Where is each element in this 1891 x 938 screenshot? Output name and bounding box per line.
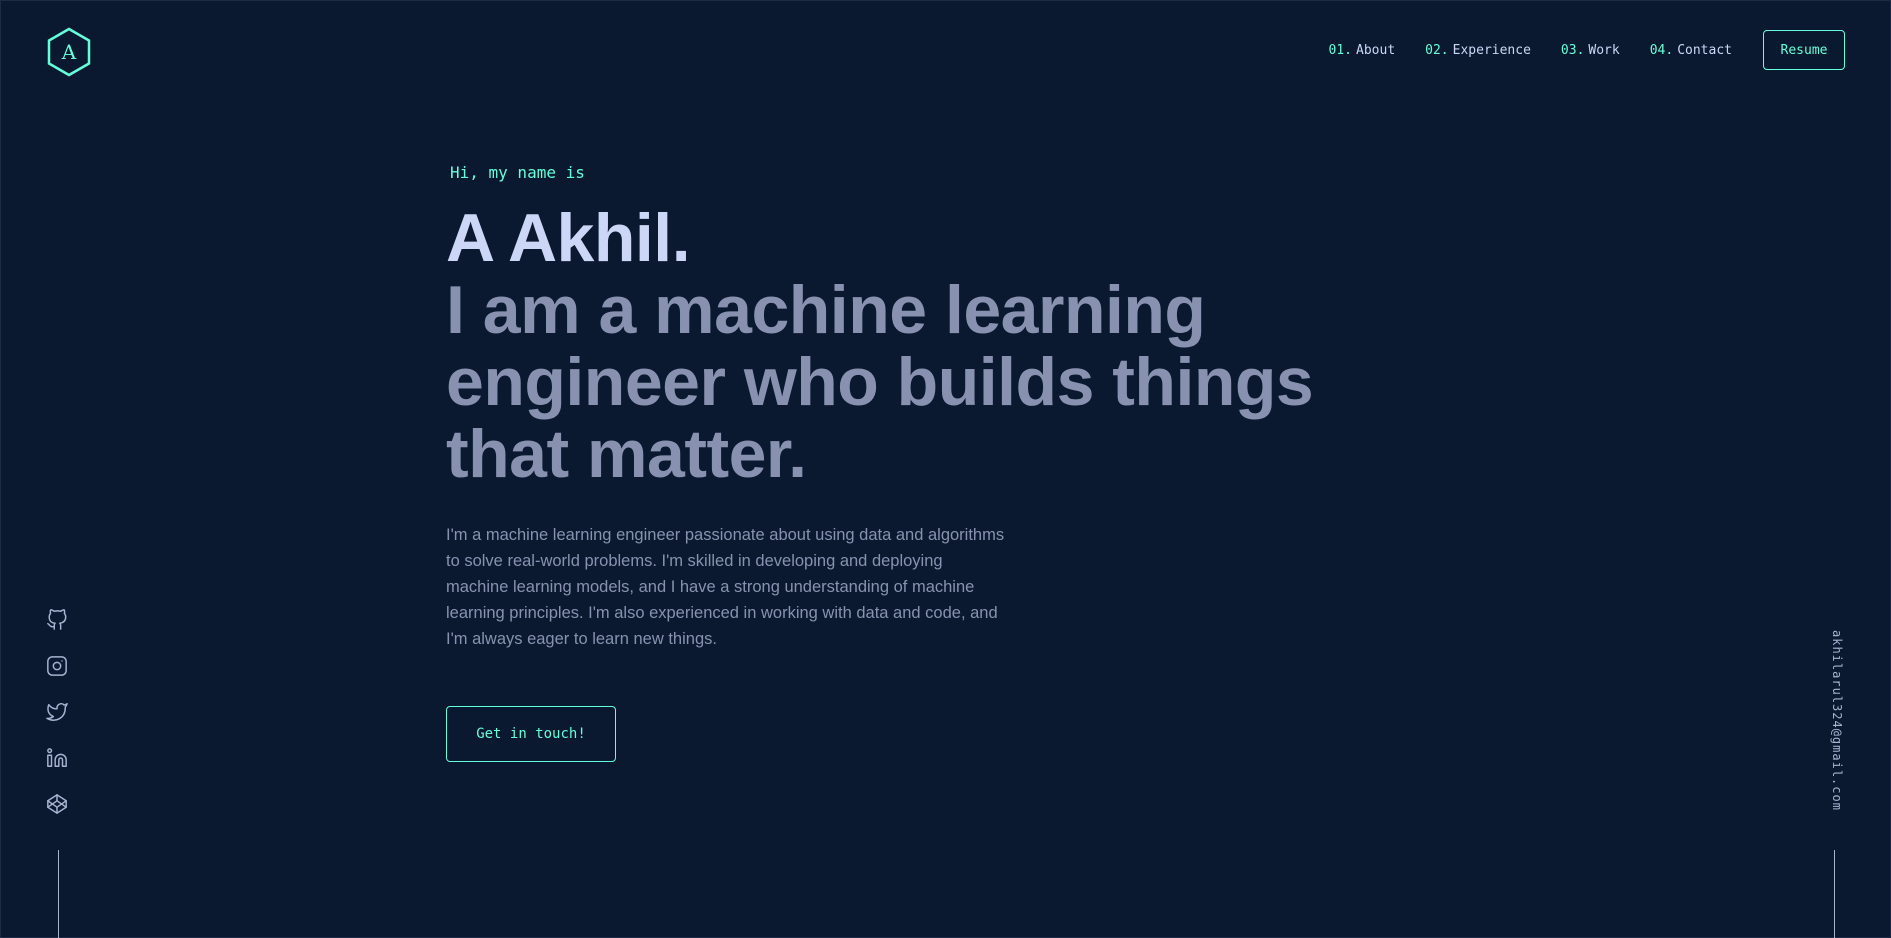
linkedin-link[interactable]	[45, 746, 69, 770]
logo-link[interactable]: A	[46, 27, 92, 77]
nav-item-about[interactable]: 01. About	[1329, 43, 1396, 58]
left-rail-line	[58, 850, 59, 938]
nav-item-work[interactable]: 03. Work	[1561, 43, 1620, 58]
hero-bio: I'm a machine learning engineer passiona…	[446, 526, 1005, 648]
nav-item-contact[interactable]: 04. Contact	[1650, 43, 1732, 58]
nav-item-experience[interactable]: 02. Experience	[1425, 43, 1531, 58]
nav-number: 01.	[1328, 42, 1353, 58]
nav-number: 02.	[1425, 42, 1449, 58]
main-nav: 01. About 02. Experience 03. Work 04. Contac…	[1329, 30, 1845, 70]
hero-section: Hi, my name is A Akhil. I am a machine l…	[446, 160, 1346, 762]
hero-tagline: I am a machine learning engineer who bui…	[446, 272, 1314, 492]
nav-label: Experience	[1452, 42, 1531, 58]
email-link[interactable]: akhilarul324@gmail.com	[1818, 630, 1844, 820]
instagram-link[interactable]	[45, 654, 69, 678]
right-rail-line	[1834, 850, 1835, 938]
twitter-icon	[46, 703, 68, 721]
nav-label: Work	[1588, 42, 1620, 58]
codepen-icon	[47, 794, 67, 814]
nav-number: 04.	[1649, 42, 1674, 58]
hero-greeting: Hi, my name is	[450, 163, 585, 182]
nav-label: Contact	[1677, 42, 1732, 58]
github-icon	[47, 609, 67, 630]
github-link[interactable]	[45, 608, 69, 632]
hero-name: A Akhil.	[446, 200, 691, 276]
resume-button[interactable]: Resume	[1763, 30, 1845, 70]
codepen-link[interactable]	[45, 792, 69, 816]
hexagon-logo-icon: A	[47, 27, 91, 77]
get-in-touch-button[interactable]: Get in touch!	[446, 706, 616, 762]
nav-label: About	[1356, 42, 1396, 58]
logo-letter: A	[61, 40, 77, 64]
nav-number: 03.	[1560, 42, 1585, 58]
instagram-icon	[47, 656, 67, 676]
linkedin-icon	[47, 748, 67, 767]
social-links	[45, 608, 69, 838]
twitter-link[interactable]	[45, 700, 69, 724]
